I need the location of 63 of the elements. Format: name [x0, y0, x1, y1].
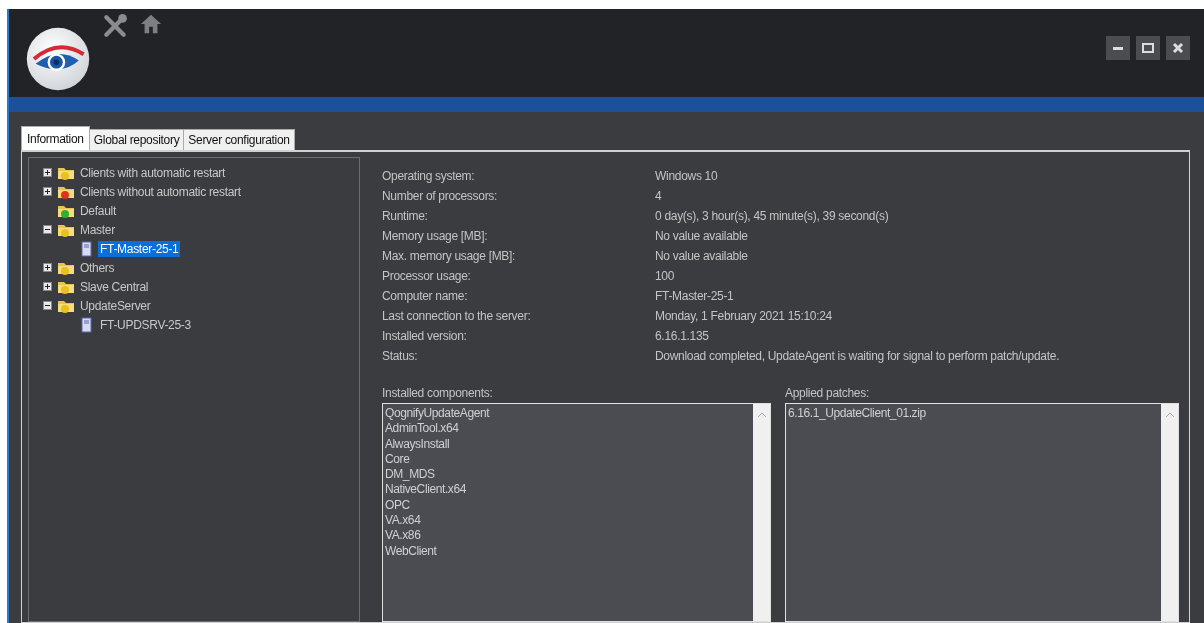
list-label: Applied patches: — [785, 386, 870, 400]
tree-item[interactable]: Others — [78, 259, 117, 276]
detail-label: Status: — [382, 349, 419, 364]
detail-label: Computer name: — [382, 289, 469, 304]
tree-item[interactable]: Slave Central — [78, 278, 151, 295]
tab[interactable]: Server configuration — [183, 129, 295, 150]
detail-label: Memory usage [MB]: — [382, 229, 489, 244]
list-item: OPC — [385, 497, 411, 514]
list-item: Core — [385, 451, 411, 468]
list-item: AdminTool.x64 — [385, 421, 460, 437]
detail-value: Monday, 1 February 2021 15:10:24 — [655, 309, 833, 324]
detail-value: 4 — [655, 189, 663, 204]
detail-label: Max. memory usage [MB]: — [382, 249, 517, 264]
detail-value: 6.16.1.135 — [655, 329, 710, 344]
tree-item[interactable]: Master — [78, 221, 117, 238]
detail-label: Number of processors: — [382, 189, 499, 204]
expand-icon[interactable] — [43, 282, 52, 291]
list-item: QognifyUpdateAgent — [385, 406, 491, 422]
list-item: 6.16.1_UpdateClient_01.zip — [788, 406, 927, 422]
tree-item[interactable]: FT-UPDSRV-25-3 — [98, 316, 193, 333]
close-icon — [1171, 41, 1185, 55]
tree-item[interactable]: UpdateServer — [78, 297, 153, 314]
detail-label: Processor usage: — [382, 269, 472, 284]
detail-value: No value available — [655, 249, 749, 264]
maximize-icon — [1141, 41, 1155, 55]
list-item: WebClient — [385, 543, 438, 559]
components-list[interactable]: QognifyUpdateAgent AdminTool.x64 AlwaysInstall Core DM_MDS NativeClient.x64 OPC VA.x64 VA.x86 WebClient — [382, 403, 772, 622]
expand-icon[interactable] — [43, 263, 52, 272]
collapse-icon[interactable] — [43, 225, 52, 234]
tree-item[interactable]: Clients without automatic restart — [78, 183, 243, 200]
detail-value: Windows 10 — [655, 169, 719, 184]
close-button[interactable] — [1166, 36, 1190, 60]
collapse-icon[interactable] — [43, 301, 52, 310]
list-item: NativeClient.x64 — [385, 482, 467, 498]
detail-value: No value available — [655, 229, 749, 244]
scrollbar[interactable] — [1161, 404, 1178, 621]
list-item: AlwaysInstall — [385, 436, 451, 452]
detail-label: Installed version: — [382, 329, 468, 344]
expand-icon[interactable] — [43, 168, 52, 177]
tools-icon[interactable] — [102, 13, 128, 39]
detail-value: Download completed, UpdateAgent is waiting for signal to perform patch/update. — [655, 349, 1061, 364]
list-item: DM_MDS — [385, 467, 436, 483]
patches-list[interactable]: 6.16.1_UpdateClient_01.zip — [785, 403, 1179, 622]
detail-label: Runtime: — [382, 209, 429, 224]
tab[interactable]: Global repository — [88, 129, 185, 150]
minimize-button[interactable] — [1106, 36, 1130, 60]
detail-value: FT-Master-25-1 — [655, 289, 735, 304]
detail-value: 100 — [655, 269, 676, 284]
home-icon[interactable] — [140, 13, 162, 35]
tree-item[interactable]: Clients with automatic restart — [78, 164, 228, 181]
detail-label: Operating system: — [382, 169, 476, 184]
tree-item[interactable]: Default — [78, 202, 118, 219]
list-label: Installed components: — [382, 386, 494, 400]
maximize-button[interactable] — [1136, 36, 1160, 60]
scrollbar[interactable] — [753, 404, 771, 621]
eye-logo — [26, 27, 90, 91]
list-item: VA.x86 — [385, 528, 422, 544]
expand-icon[interactable] — [43, 187, 52, 196]
tree-item[interactable]: FT-Master-25-1 — [98, 240, 181, 257]
detail-value: 0 day(s), 3 hour(s), 45 minute(s), 39 second(s) — [655, 209, 890, 224]
tab[interactable]: Information — [21, 126, 90, 150]
list-item: VA.x64 — [385, 513, 422, 529]
detail-label: Last connection to the server: — [382, 309, 532, 324]
